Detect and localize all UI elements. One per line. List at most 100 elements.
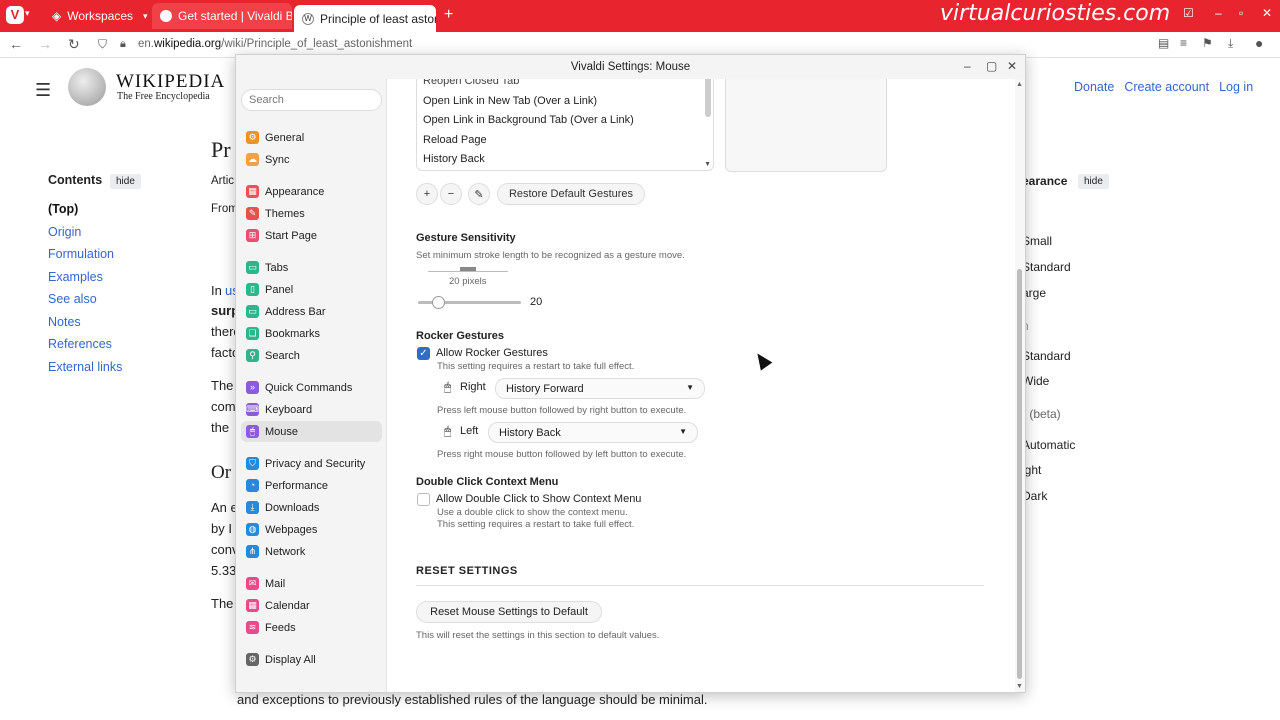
- sidebar-item-calendar[interactable]: ▦ Calendar: [241, 595, 382, 616]
- appearance-hide-button[interactable]: hide: [1078, 174, 1109, 189]
- list-scrollbar[interactable]: [705, 79, 711, 117]
- toc-hide-button[interactable]: hide: [110, 174, 141, 189]
- toc-item[interactable]: (Top): [48, 202, 122, 225]
- download-icon[interactable]: ⤓: [1228, 36, 1233, 51]
- forward-icon[interactable]: →: [38, 36, 52, 52]
- list-item[interactable]: History Back: [417, 153, 713, 170]
- list-item[interactable]: Reopen Closed Tab: [417, 79, 713, 95]
- sidebar-item-label: Mouse: [265, 425, 299, 438]
- sidebar-item-search[interactable]: ⚲ Search: [241, 345, 382, 366]
- feed-icon[interactable]: ▤: [1158, 36, 1169, 50]
- rocker-right-select[interactable]: History Forward ▼: [495, 378, 705, 399]
- allow-double-click-label[interactable]: Allow Double Click to Show Context Menu: [436, 493, 641, 505]
- sidebar-item-mail[interactable]: ✉ Mail: [241, 573, 382, 594]
- list-item[interactable]: Open Link in Background Tab (Over a Link…: [417, 114, 713, 134]
- scroll-down-icon[interactable]: ▼: [704, 161, 711, 168]
- rocker-left-select[interactable]: History Back ▼: [488, 422, 698, 443]
- sidebar-item-sync[interactable]: ☁ Sync: [241, 149, 382, 170]
- shield-icon[interactable]: ⛉: [98, 37, 107, 52]
- maximize-icon[interactable]: ▢: [986, 59, 997, 73]
- sidebar-item-bookmarks[interactable]: ❏ Bookmarks: [241, 323, 382, 344]
- hamburger-menu-icon[interactable]: ☰: [35, 80, 51, 101]
- sidebar-item-mouse[interactable]: 🖱︎ Mouse: [241, 421, 382, 442]
- sidebar-item-display-all[interactable]: ⚙ Display All: [241, 649, 382, 670]
- bookmark-icon[interactable]: ⚑: [1202, 36, 1213, 50]
- sidebar-item-network[interactable]: ⋔ Network: [241, 541, 382, 562]
- sidebar-item-themes[interactable]: ✎ Themes: [241, 203, 382, 224]
- reload-icon[interactable]: ↻: [68, 36, 80, 53]
- rocker-left-label: Left: [460, 425, 479, 437]
- reader-icon[interactable]: ≡: [1180, 36, 1187, 50]
- sidebar-item-start-page[interactable]: ⊞ Start Page: [241, 225, 382, 246]
- minimize-icon[interactable]: –: [964, 59, 971, 73]
- sidebar-item-panel[interactable]: ▯ Panel: [241, 279, 382, 300]
- chevron-down-icon[interactable]: ▾: [25, 8, 30, 19]
- sidebar-item-general[interactable]: ⚙ General: [241, 127, 382, 148]
- tab-wikipedia[interactable]: W Principle of least astonishm: [294, 5, 436, 32]
- close-icon[interactable]: ✕: [1007, 59, 1017, 73]
- toc-item[interactable]: External links: [48, 360, 122, 383]
- workspaces-icon: ◈: [52, 9, 62, 23]
- sidebar-item-performance[interactable]: ◔ Performance: [241, 475, 382, 496]
- settings-search-input[interactable]: Search: [241, 89, 382, 111]
- sidebar-item-feeds[interactable]: ≋ Feeds: [241, 617, 382, 638]
- sidebar-item-downloads[interactable]: ⤓ Downloads: [241, 497, 382, 518]
- donate-link[interactable]: Donate: [1074, 80, 1114, 94]
- appearance-option[interactable]: Small: [1022, 234, 1052, 248]
- add-gesture-button[interactable]: +: [416, 183, 438, 205]
- sidebar-item-appearance[interactable]: ▦ Appearance: [241, 181, 382, 202]
- sidebar-item-label: Keyboard: [265, 403, 313, 416]
- create-account-link[interactable]: Create account: [1124, 80, 1209, 94]
- back-icon[interactable]: ←: [9, 36, 23, 52]
- workspaces-button[interactable]: ◈ Workspaces ▾: [44, 3, 156, 29]
- scrollbar-thumb[interactable]: [1017, 269, 1022, 679]
- vivaldi-menu-icon[interactable]: V: [6, 6, 24, 24]
- new-tab-button[interactable]: +: [444, 6, 453, 24]
- restore-default-gestures-button[interactable]: Restore Default Gestures: [497, 183, 645, 205]
- profile-icon[interactable]: ●: [1255, 35, 1263, 51]
- toc-item[interactable]: Notes: [48, 315, 122, 338]
- sensitivity-value: 20: [530, 296, 543, 308]
- toc-item[interactable]: See also: [48, 292, 122, 315]
- toc-item[interactable]: Examples: [48, 270, 122, 293]
- appearance-option[interactable]: Standard: [1022, 349, 1071, 363]
- sidebar-item-label: Performance: [265, 479, 328, 492]
- sidebar-item-webpages[interactable]: ◍ Webpages: [241, 519, 382, 540]
- scroll-down-icon[interactable]: ▼: [1016, 683, 1023, 690]
- sidebar-item-privacy-and-security[interactable]: ⛉ Privacy and Security: [241, 453, 382, 474]
- article-tab-fragment[interactable]: Artic: [211, 175, 234, 187]
- reset-mouse-settings-button[interactable]: Reset Mouse Settings to Default: [416, 601, 602, 623]
- list-item[interactable]: Open Link in New Tab (Over a Link): [417, 95, 713, 115]
- edit-gesture-button[interactable]: ✎: [468, 183, 490, 205]
- allow-double-click-checkbox[interactable]: [417, 493, 430, 506]
- settings-scrollbar[interactable]: ▲ ▼: [1015, 79, 1025, 692]
- remove-gesture-button[interactable]: −: [440, 183, 462, 205]
- list-item[interactable]: Reload Page: [417, 134, 713, 154]
- allow-rocker-gestures-label[interactable]: Allow Rocker Gestures: [436, 347, 548, 359]
- appearance-option[interactable]: Standard: [1022, 260, 1071, 274]
- login-link[interactable]: Log in: [1219, 80, 1253, 94]
- appearance-option[interactable]: Wide: [1022, 374, 1049, 388]
- sidebar-item-quick-commands[interactable]: » Quick Commands: [241, 377, 382, 398]
- scroll-up-icon[interactable]: ▲: [1016, 81, 1023, 88]
- toc-item[interactable]: Origin: [48, 225, 122, 248]
- gestures-list[interactable]: Reopen Closed Tab Open Link in New Tab (…: [416, 79, 714, 171]
- tab-vivaldi-get-started[interactable]: Get started | Vivaldi Bro...: [152, 3, 292, 29]
- sidebar-item-address-bar[interactable]: ▭ Address Bar: [241, 301, 382, 322]
- sidebar-item-keyboard[interactable]: ⌨ Keyboard: [241, 399, 382, 420]
- sensitivity-slider-handle[interactable]: [432, 296, 445, 309]
- url-field[interactable]: en.wikipedia.org/wiki/Principle_of_least…: [138, 38, 412, 50]
- lock-icon[interactable]: 🔒︎: [120, 38, 126, 51]
- wikipedia-wordmark[interactable]: WIKIPEDIA: [116, 71, 225, 93]
- maximize-icon[interactable]: ▫: [1239, 6, 1243, 20]
- allow-rocker-gestures-checkbox[interactable]: ✓: [417, 347, 430, 360]
- minimize-icon[interactable]: –: [1215, 6, 1222, 20]
- close-icon[interactable]: ✕: [1262, 6, 1272, 20]
- article-text-fragment: The: [211, 596, 234, 611]
- sidebar-item-tabs[interactable]: ▭ Tabs: [241, 257, 382, 278]
- appearance-option[interactable]: Automatic: [1022, 438, 1075, 452]
- toc-item[interactable]: Formulation: [48, 247, 122, 270]
- wikipedia-logo-icon[interactable]: [68, 68, 106, 106]
- window-menu-icon[interactable]: ☑: [1183, 6, 1194, 20]
- toc-item[interactable]: References: [48, 337, 122, 360]
